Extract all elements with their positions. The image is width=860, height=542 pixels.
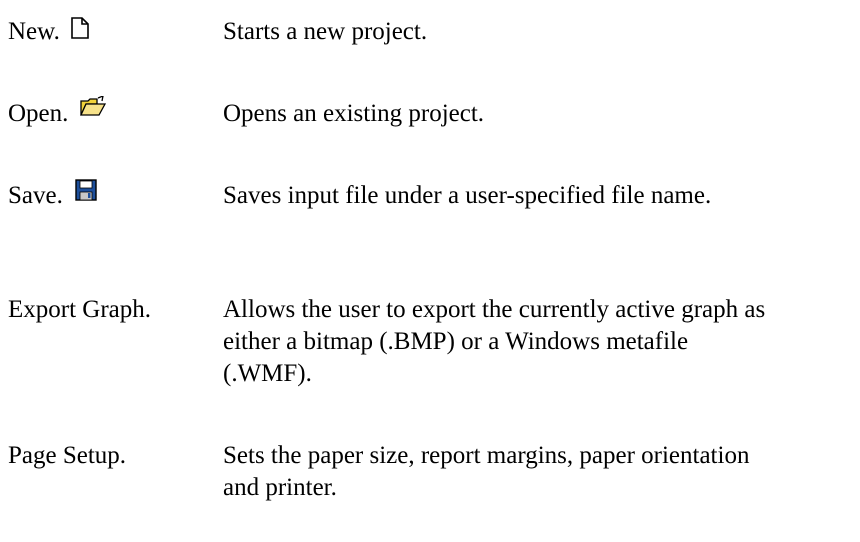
entry-term-label: New. [8, 18, 60, 45]
entry-term: New. [8, 16, 90, 48]
entry-description: Opens an existing project. [223, 100, 485, 127]
entry-term-label: Open. [8, 100, 69, 127]
entry-description: Sets the paper size, report margins, pap… [223, 442, 750, 501]
entry-term: Export Graph. [8, 294, 151, 326]
entry-term: Save. [8, 179, 97, 212]
entry-description: Allows the user to export the currently … [223, 296, 766, 387]
entry-description: Saves input file under a user-specified … [223, 182, 712, 209]
entry-term-label: Page Setup. [8, 442, 127, 469]
open-folder-icon [80, 96, 107, 118]
entry-term: Page Setup. [8, 440, 126, 472]
floppy-disk-icon [75, 179, 97, 201]
entry-description: Starts a new project. [223, 18, 428, 45]
entry-term-label: Save. [8, 182, 63, 209]
new-document-icon [70, 16, 90, 40]
entry-term: Open. [8, 96, 107, 130]
entry-term-label: Export Graph. [8, 296, 152, 323]
